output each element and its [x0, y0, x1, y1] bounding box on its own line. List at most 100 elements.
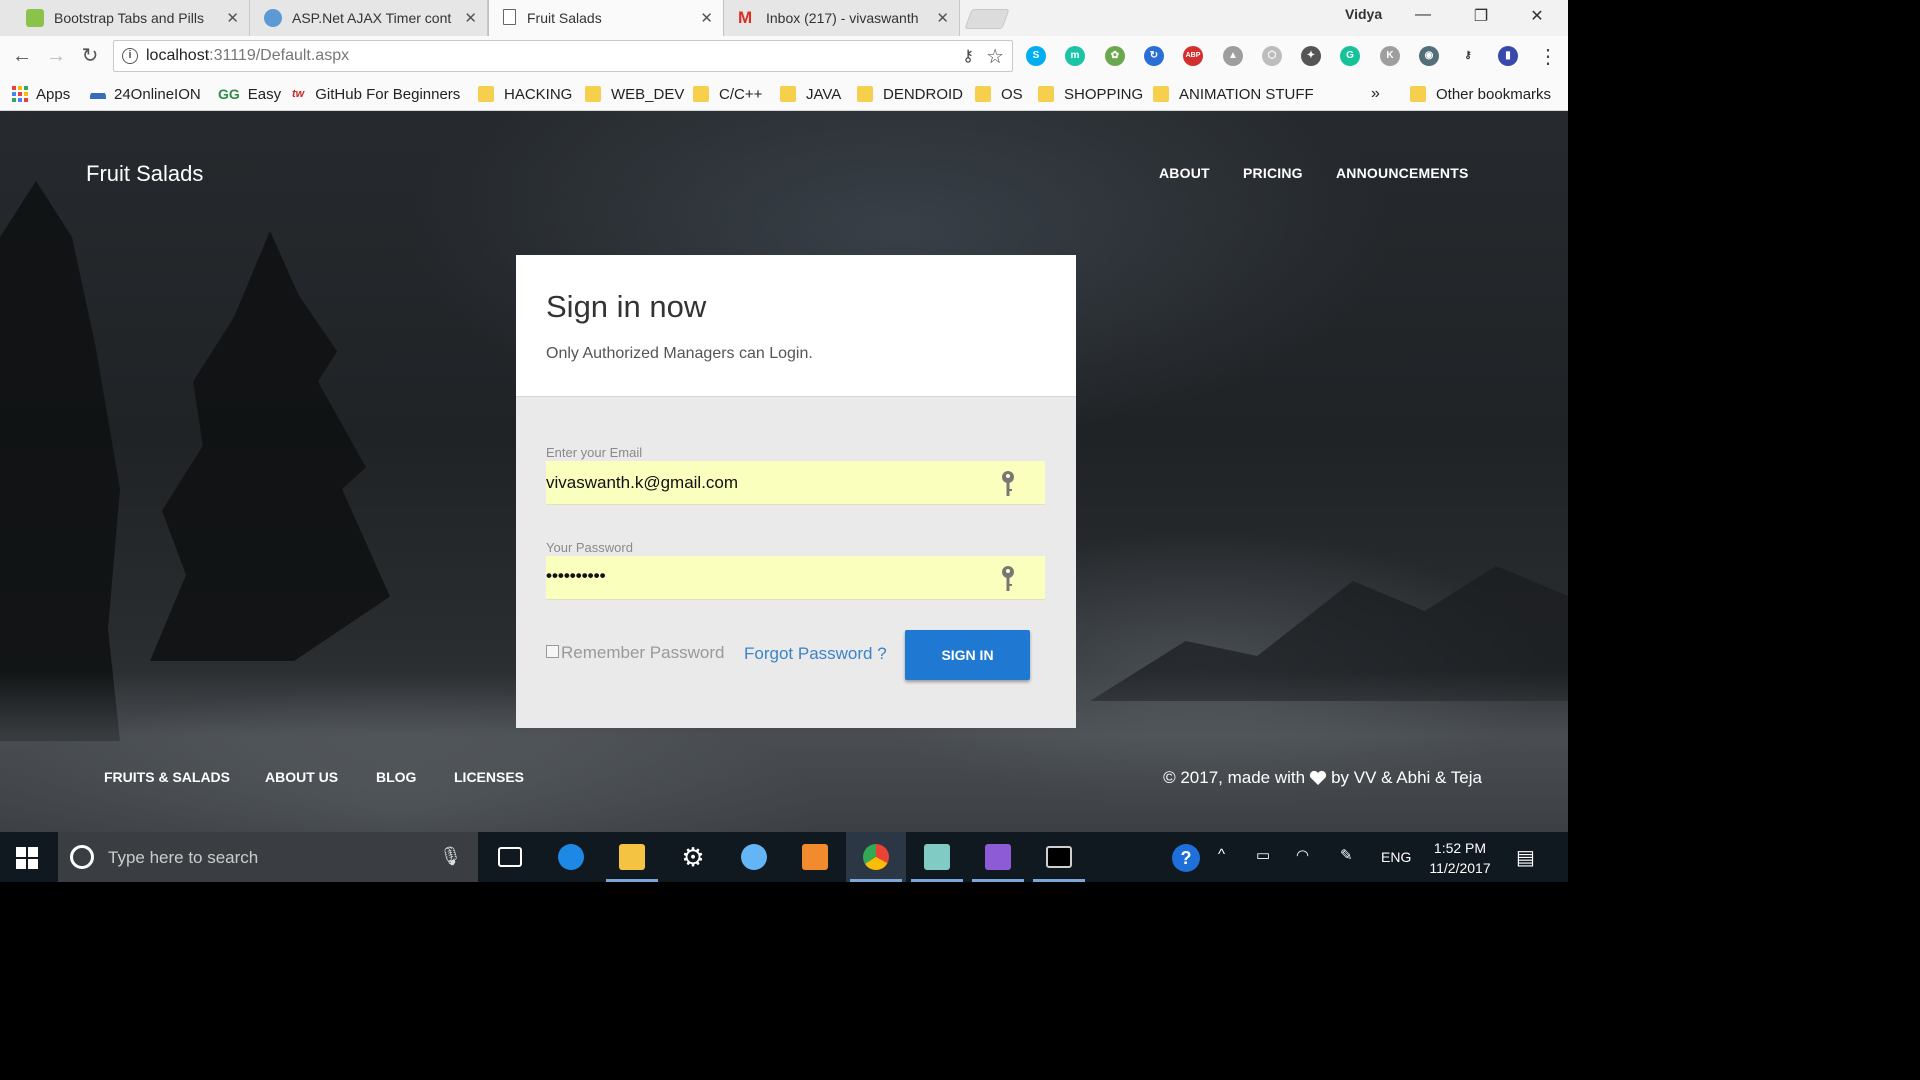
google-drive-icon[interactable]: ▲: [1223, 46, 1243, 66]
eye-extension-icon[interactable]: ◉: [1419, 46, 1439, 66]
bookmark-folder-dendroid[interactable]: DENDROID: [857, 84, 963, 104]
remember-password[interactable]: Remember Password: [546, 643, 724, 663]
footer-link-licenses[interactable]: LICENSES: [454, 769, 524, 785]
password-field[interactable]: ••••••••••: [546, 556, 1045, 600]
battery-icon[interactable]: ▭: [1256, 846, 1270, 864]
edge-taskbar-button[interactable]: [541, 832, 601, 882]
bookmark-star-icon[interactable]: ☆: [986, 44, 1004, 69]
cube-icon[interactable]: ⬡: [1262, 46, 1282, 66]
chrome-taskbar-button[interactable]: [846, 832, 906, 882]
help-tray-icon[interactable]: ?: [1172, 844, 1200, 872]
address-bar[interactable]: i localhost:31119/Default.aspx ⚷ ☆: [113, 40, 1013, 72]
folder-icon: [1153, 86, 1169, 102]
profile-name[interactable]: Vidya: [1345, 6, 1382, 22]
k-extension-icon[interactable]: K: [1380, 46, 1400, 66]
microphone-icon[interactable]: 🎙: [439, 846, 462, 867]
url-text: localhost:31119/Default.aspx: [146, 47, 349, 65]
site-info-icon[interactable]: i: [122, 48, 138, 64]
key-extension-icon[interactable]: ⚷: [1458, 46, 1478, 66]
file-explorer-taskbar-button[interactable]: [602, 832, 662, 882]
sign-in-button[interactable]: SIGN IN: [905, 630, 1030, 680]
restore-window-icon[interactable]: ❐: [1458, 6, 1504, 26]
new-tab-button[interactable]: [964, 9, 1010, 29]
bookmark-github-for-beginners[interactable]: tw GitHub For Beginners: [292, 84, 462, 104]
remember-password-checkbox[interactable]: [546, 644, 559, 658]
other-bookmarks[interactable]: Other bookmarks: [1410, 84, 1551, 104]
browser-tab-gmail-inbox[interactable]: M Inbox (217) - vivaswanth ✕: [724, 0, 960, 36]
flag-extension-icon[interactable]: ▮: [1498, 46, 1518, 66]
chrome-menu-icon[interactable]: ⋮: [1538, 44, 1558, 69]
system-clock[interactable]: 1:52 PM 11/2/2017: [1420, 838, 1500, 878]
cloud-upload-taskbar-button[interactable]: [724, 832, 784, 882]
sublime-text-taskbar-button[interactable]: [785, 832, 845, 882]
bookmark-folder-java[interactable]: JAVA: [780, 84, 841, 104]
close-window-icon[interactable]: ✕: [1514, 6, 1560, 26]
forgot-password-link[interactable]: Forgot Password ?: [744, 644, 887, 664]
nav-pricing[interactable]: PRICING: [1243, 165, 1303, 181]
close-tab-icon[interactable]: ✕: [700, 9, 713, 27]
site-brand[interactable]: Fruit Salads: [86, 161, 203, 187]
back-arrow-icon[interactable]: ←: [10, 44, 34, 68]
extension-green-icon[interactable]: ✿: [1105, 46, 1125, 66]
login-title: Sign in now: [546, 289, 707, 324]
bookmark-folder-hacking[interactable]: HACKING: [478, 84, 572, 104]
password-key-icon[interactable]: ⚷: [962, 46, 974, 66]
footer-link-fruits-salads[interactable]: FRUITS & SALADS: [104, 769, 230, 785]
footer-link-blog[interactable]: BLOG: [376, 769, 416, 785]
forward-arrow-icon[interactable]: →: [44, 44, 68, 68]
close-tab-icon[interactable]: ✕: [226, 9, 239, 27]
autofill-key-icon[interactable]: [1001, 470, 1015, 498]
folder-icon: [857, 86, 873, 102]
settings-gear-icon: ⚙: [681, 842, 705, 872]
grammarly-icon[interactable]: G: [1340, 46, 1360, 66]
language-indicator[interactable]: ENG: [1381, 849, 1411, 865]
bookmark-easy[interactable]: GG Easy: [218, 84, 281, 104]
email-field[interactable]: vivaswanth.k@gmail.com: [546, 461, 1045, 505]
nav-about[interactable]: ABOUT: [1159, 165, 1210, 181]
close-tab-icon[interactable]: ✕: [936, 9, 949, 27]
adblock-plus-icon[interactable]: ABP: [1183, 46, 1203, 66]
taskbar-search[interactable]: Type here to search 🎙: [58, 832, 478, 882]
close-tab-icon[interactable]: ✕: [464, 9, 477, 27]
browser-tab-aspnet[interactable]: ASP.Net AJAX Timer cont ✕: [250, 0, 488, 36]
windows-start-icon[interactable]: [16, 847, 38, 869]
bookmark-apps[interactable]: Apps: [12, 84, 70, 104]
folder-icon: [693, 86, 709, 102]
command-prompt-taskbar-button[interactable]: [1029, 832, 1089, 882]
action-center-icon[interactable]: ▤: [1516, 845, 1535, 870]
tab-title: ASP.Net AJAX Timer cont: [292, 10, 452, 26]
chevron-up-icon[interactable]: ^: [1218, 846, 1225, 863]
browser-tab-fruit-salads[interactable]: Fruit Salads ✕: [488, 0, 724, 36]
footer-link-about-us[interactable]: ABOUT US: [265, 769, 338, 785]
cortana-icon[interactable]: [70, 845, 94, 869]
wifi-icon[interactable]: ◠: [1296, 846, 1309, 864]
web-page: Fruit Salads ABOUT PRICING ANNOUNCEMENTS…: [0, 111, 1568, 832]
bookmark-folder-web-dev[interactable]: WEB_DEV: [585, 84, 684, 104]
compass-icon[interactable]: ✦: [1301, 46, 1321, 66]
task-view-taskbar-button[interactable]: [480, 832, 540, 882]
notepad-icon: [924, 844, 950, 870]
remember-password-label: Remember Password: [561, 643, 725, 662]
reload-icon[interactable]: ↻: [78, 44, 102, 68]
bookmark-label: WEB_DEV: [611, 85, 685, 103]
sync-icon[interactable]: ↻: [1144, 46, 1164, 66]
folder-icon: [478, 86, 494, 102]
pen-icon[interactable]: ✎: [1340, 846, 1353, 864]
minimize-window-icon[interactable]: —: [1400, 6, 1446, 24]
bookmark-24onlineion[interactable]: 24OnlineION: [90, 84, 201, 104]
autofill-key-icon[interactable]: [1001, 565, 1015, 593]
nav-announcements[interactable]: ANNOUNCEMENTS: [1336, 165, 1469, 181]
browser-tab-bootstrap[interactable]: Bootstrap Tabs and Pills ✕: [0, 0, 250, 36]
skype-icon[interactable]: S: [1026, 46, 1046, 66]
bookmark-folder-os[interactable]: OS: [975, 84, 1023, 104]
url-host: localhost: [146, 47, 210, 64]
mendeley-icon[interactable]: m: [1065, 46, 1085, 66]
bookmark-folder-shopping[interactable]: SHOPPING: [1038, 84, 1143, 104]
bookmark-folder-c-cpp[interactable]: C/C++: [693, 84, 762, 104]
settings-gear-taskbar-button[interactable]: ⚙: [663, 832, 723, 882]
visual-studio-taskbar-button[interactable]: [968, 832, 1028, 882]
notepad-taskbar-button[interactable]: [907, 832, 967, 882]
bookmark-label: HACKING: [504, 85, 573, 103]
bookmark-folder-animation-stuff[interactable]: ANIMATION STUFF: [1153, 84, 1314, 104]
bookmarks-overflow-button[interactable]: »: [1371, 84, 1380, 104]
